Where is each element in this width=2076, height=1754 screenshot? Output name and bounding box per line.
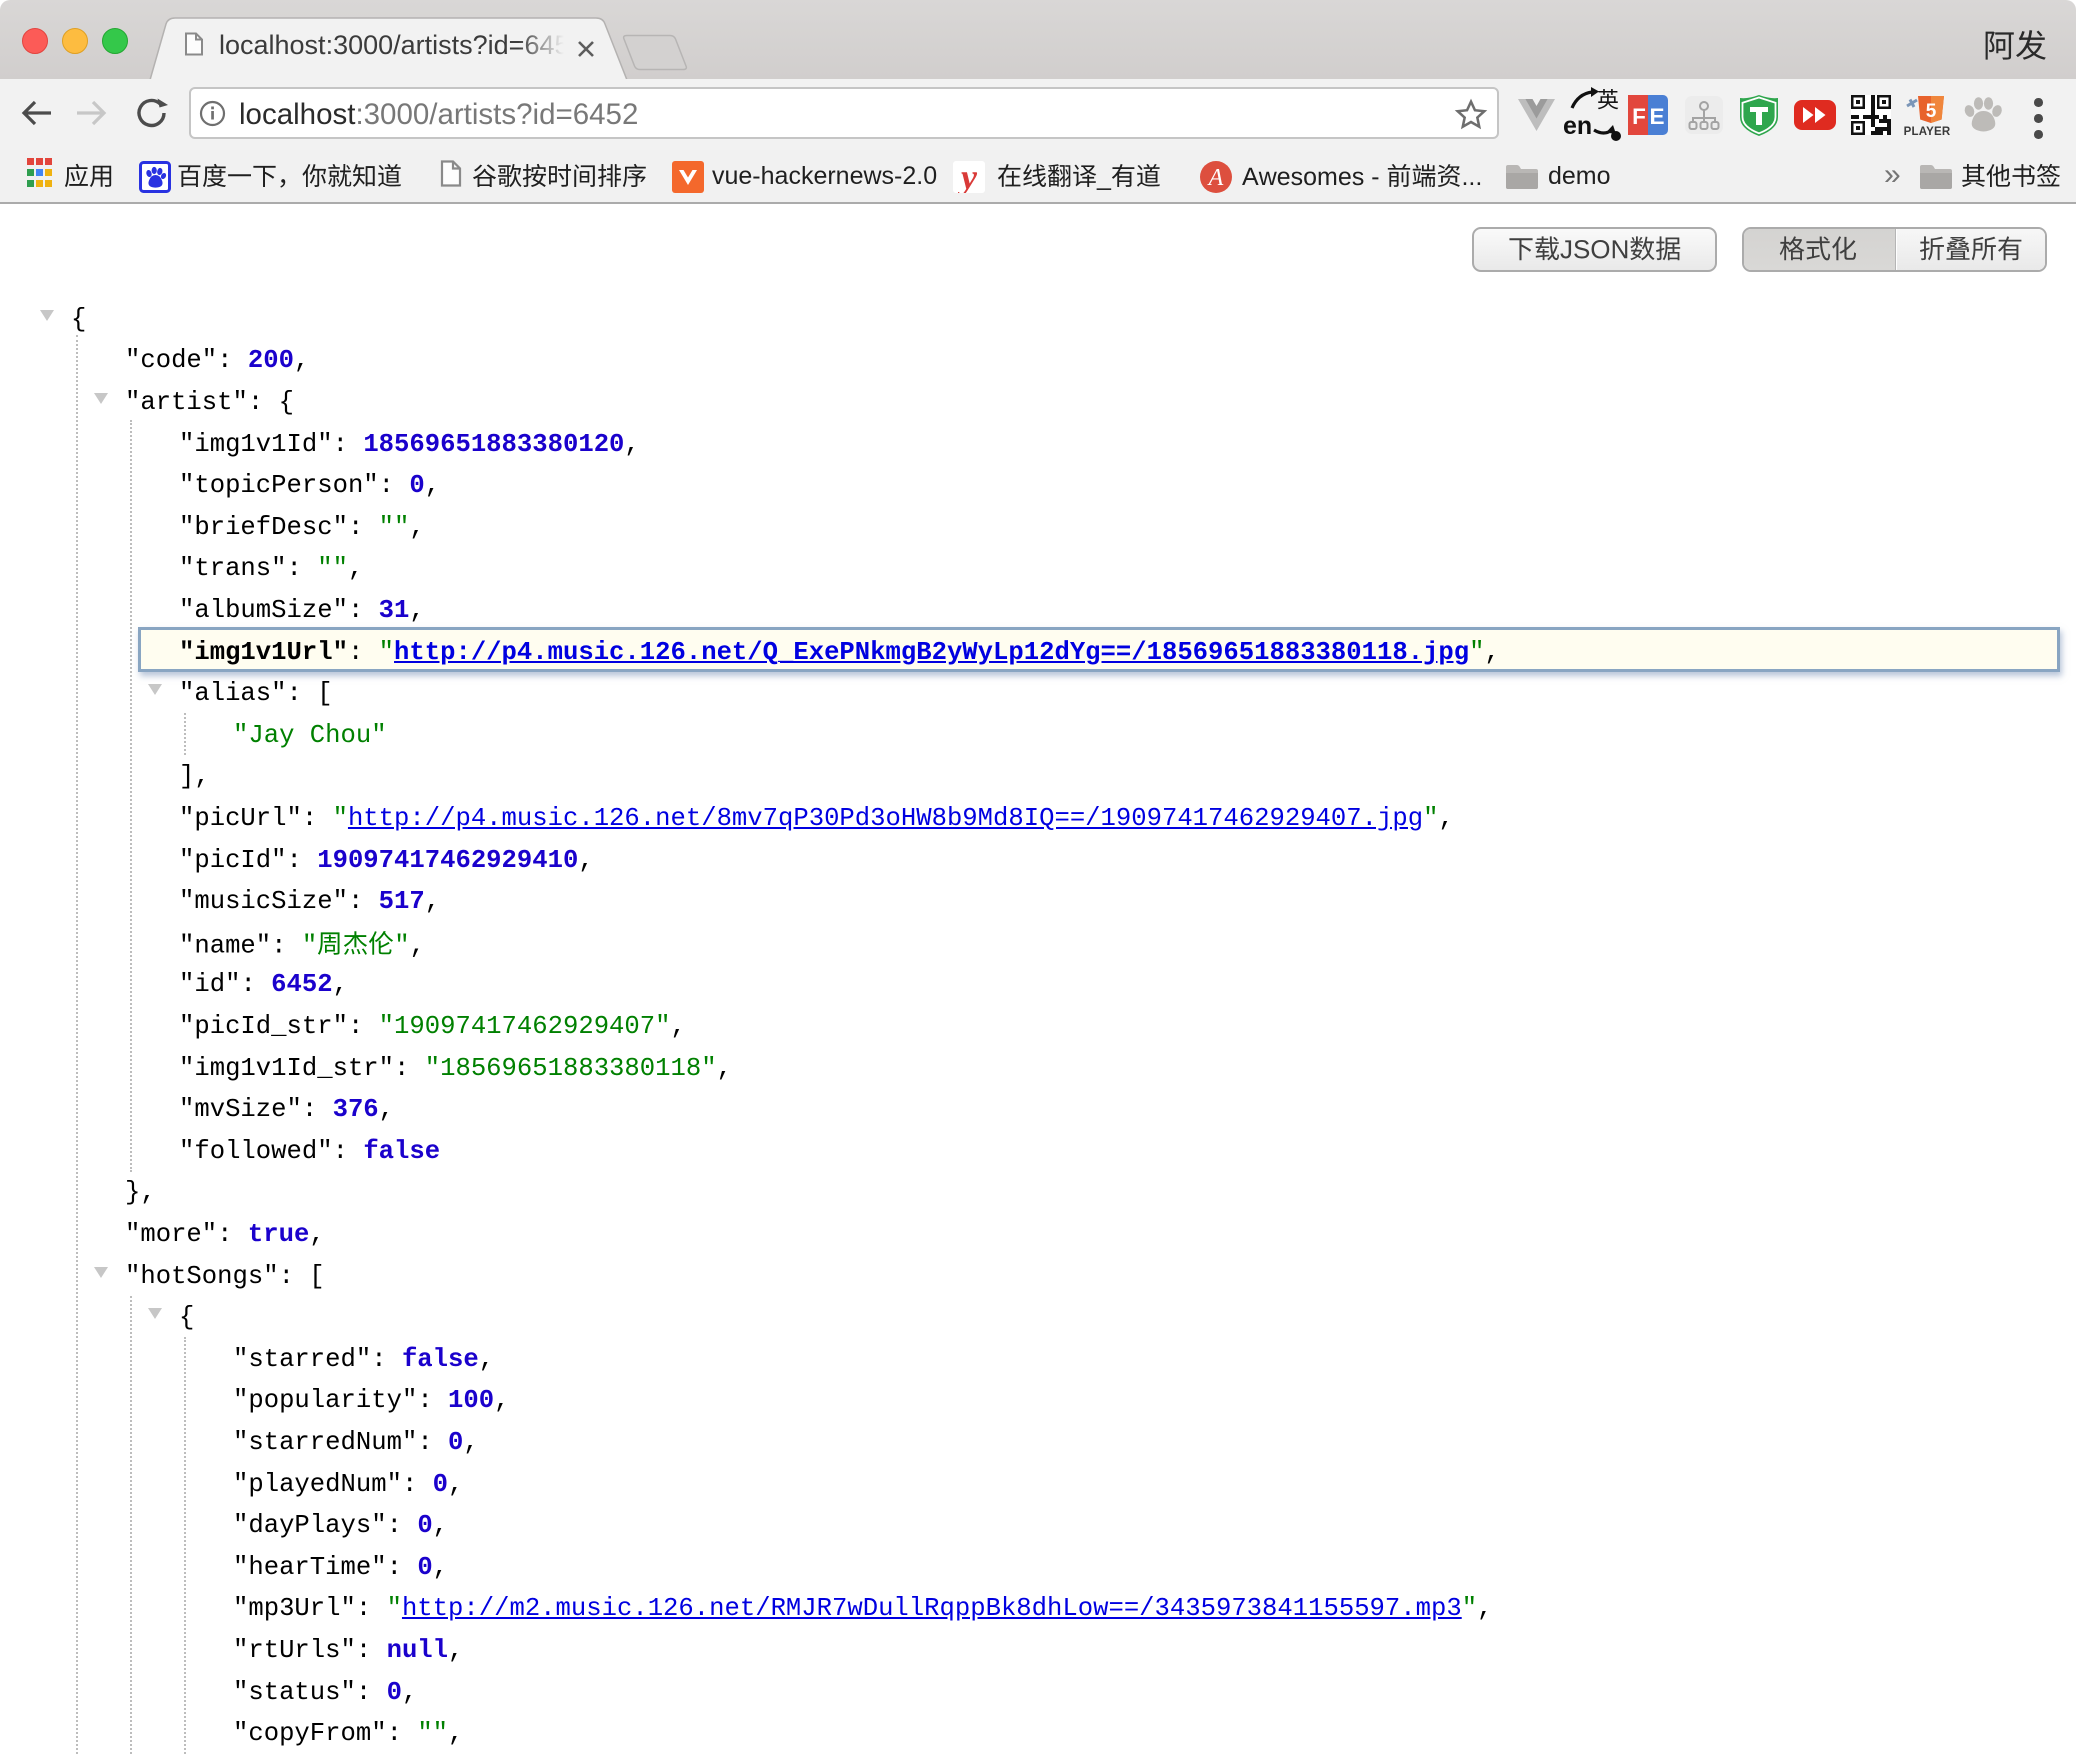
svg-text:A: A <box>1207 165 1224 191</box>
svg-text:PLAYER: PLAYER <box>1904 126 1951 137</box>
svg-text:F: F <box>1632 104 1646 129</box>
svg-text:y: y <box>957 161 978 193</box>
svg-text:E: E <box>1649 104 1664 129</box>
svg-text:5: 5 <box>1926 101 1937 122</box>
